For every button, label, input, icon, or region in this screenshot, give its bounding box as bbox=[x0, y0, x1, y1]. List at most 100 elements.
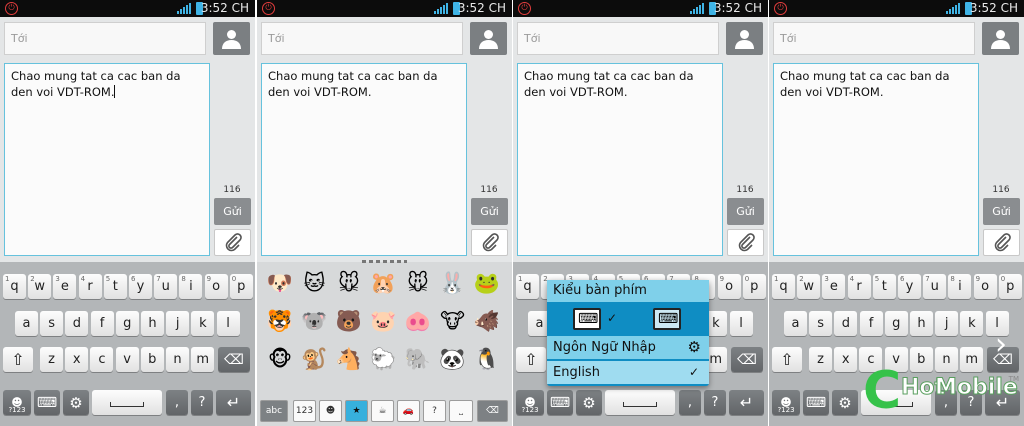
key-k[interactable]: k bbox=[191, 311, 215, 336]
key-d[interactable]: d bbox=[834, 311, 858, 336]
space-key[interactable]: ⎵ bbox=[449, 400, 473, 422]
key-i[interactable]: i8 bbox=[948, 274, 972, 299]
key-u[interactable]: u7 bbox=[154, 274, 178, 299]
send-button[interactable]: Gửi bbox=[214, 198, 251, 225]
key-e[interactable]: e3 bbox=[53, 274, 77, 299]
recipient-input[interactable]: Tới bbox=[261, 22, 463, 55]
recipient-input[interactable]: Tới bbox=[517, 22, 719, 55]
backspace-key[interactable]: ⌫ bbox=[477, 400, 508, 422]
key-s[interactable]: s bbox=[809, 311, 833, 336]
space-key[interactable] bbox=[92, 390, 162, 415]
key-z[interactable]: z bbox=[40, 347, 63, 372]
emoji-key[interactable]: 🐮 bbox=[438, 306, 468, 336]
keyboard-switch-key[interactable]: ⌨ bbox=[547, 390, 573, 415]
emoji-key[interactable]: 🐽 bbox=[403, 306, 433, 336]
key-c[interactable]: c bbox=[90, 347, 114, 372]
symbols-key[interactable]: ☻ ?123 bbox=[3, 390, 31, 415]
contacts-button[interactable] bbox=[726, 22, 763, 55]
key-h[interactable]: h bbox=[141, 311, 164, 336]
emoji-key[interactable]: 🐑 bbox=[369, 344, 399, 374]
emoji-key[interactable]: 🐭 bbox=[403, 268, 433, 298]
emoji-key[interactable]: 🐧 bbox=[472, 344, 502, 374]
key-u[interactable]: u7 bbox=[923, 274, 947, 299]
key-y[interactable]: y6 bbox=[898, 274, 921, 299]
send-button[interactable]: Gửi bbox=[471, 198, 508, 225]
key-l[interactable]: l bbox=[729, 311, 753, 336]
emoji-tab-3[interactable]: ★ bbox=[345, 400, 368, 422]
message-input[interactable]: Chao mung tat ca cac ban da den voi VDT-… bbox=[773, 63, 979, 256]
emoji-key[interactable]: 🐻 bbox=[334, 306, 364, 336]
message-input[interactable]: Chao mung tat ca cac ban da den voi VDT-… bbox=[517, 63, 723, 256]
keyboard-switch-key[interactable]: ⌨ bbox=[803, 390, 829, 415]
key-l[interactable]: l bbox=[216, 311, 240, 336]
key-r[interactable]: r4 bbox=[78, 274, 102, 299]
emoji-tab-0[interactable]: abc bbox=[260, 400, 288, 422]
recipient-input[interactable]: Tới bbox=[4, 22, 206, 55]
emoji-key[interactable]: 🐱 bbox=[300, 268, 330, 298]
emoji-key[interactable]: 🐨 bbox=[300, 306, 330, 336]
key-w[interactable]: w2 bbox=[28, 274, 52, 299]
key-g[interactable]: g bbox=[884, 311, 908, 336]
key-e[interactable]: e3 bbox=[822, 274, 846, 299]
question-key[interactable]: ? bbox=[704, 390, 726, 415]
key-s[interactable]: s bbox=[40, 311, 64, 336]
shift-key[interactable]: ⇧ bbox=[516, 347, 546, 372]
shift-key[interactable]: ⇧ bbox=[3, 347, 33, 372]
emoji-key[interactable]: 🐼 bbox=[438, 344, 468, 374]
key-v[interactable]: v bbox=[115, 347, 139, 372]
key-b[interactable]: b bbox=[140, 347, 164, 372]
enter-key[interactable]: ↵ bbox=[216, 390, 251, 415]
emoji-key[interactable]: 🐗 bbox=[472, 306, 502, 336]
key-x[interactable]: x bbox=[834, 347, 858, 372]
key-w[interactable]: w2 bbox=[797, 274, 821, 299]
key-p[interactable]: p0 bbox=[229, 274, 253, 299]
key-t[interactable]: t5 bbox=[103, 274, 127, 299]
question-key[interactable]: ? bbox=[191, 390, 213, 415]
key-p[interactable]: p0 bbox=[998, 274, 1022, 299]
contacts-button[interactable] bbox=[213, 22, 250, 55]
key-q[interactable]: q1 bbox=[772, 274, 795, 299]
comma-key[interactable]: , bbox=[166, 390, 188, 415]
key-o[interactable]: o9 bbox=[717, 274, 741, 299]
key-g[interactable]: g bbox=[115, 311, 139, 336]
key-f[interactable]: f bbox=[859, 311, 883, 336]
key-i[interactable]: i8 bbox=[179, 274, 203, 299]
contacts-button[interactable] bbox=[982, 22, 1019, 55]
emoji-tab-4[interactable]: ☕ bbox=[371, 400, 394, 422]
key-j[interactable]: j bbox=[935, 311, 959, 336]
key-a[interactable]: a bbox=[15, 311, 38, 336]
emoji-key[interactable]: 🐷 bbox=[369, 306, 399, 336]
settings-key[interactable]: ⚙ bbox=[576, 390, 602, 415]
keyboard-switch-key[interactable]: ⌨ bbox=[34, 390, 60, 415]
emoji-key[interactable]: 🐘 bbox=[403, 344, 433, 374]
emoji-key[interactable]: 🐰 bbox=[438, 268, 468, 298]
attach-button[interactable] bbox=[983, 229, 1020, 256]
space-key[interactable] bbox=[605, 390, 675, 415]
key-o[interactable]: o9 bbox=[204, 274, 228, 299]
attach-button[interactable] bbox=[471, 229, 508, 256]
key-x[interactable]: x bbox=[65, 347, 89, 372]
settings-key[interactable]: ⚙ bbox=[832, 390, 858, 415]
send-button[interactable]: Gửi bbox=[983, 198, 1020, 225]
emoji-tab-5[interactable]: 🚗 bbox=[397, 400, 420, 422]
message-input[interactable]: Chao mung tat ca cac ban da den voi VDT-… bbox=[4, 63, 210, 256]
emoji-key[interactable]: 🐴 bbox=[334, 344, 364, 374]
language-option-english[interactable]: English ✓ bbox=[547, 361, 709, 384]
emoji-tab-1[interactable]: 123 bbox=[293, 400, 316, 422]
symbols-key[interactable]: ☻ ?123 bbox=[772, 390, 800, 415]
backspace-key[interactable]: ⌫ bbox=[731, 347, 763, 372]
emoji-key[interactable]: 🐸 bbox=[472, 268, 502, 298]
attach-button[interactable] bbox=[214, 229, 251, 256]
key-t[interactable]: t5 bbox=[872, 274, 896, 299]
key-f[interactable]: f bbox=[90, 311, 114, 336]
key-m[interactable]: m bbox=[191, 347, 215, 372]
key-o[interactable]: o9 bbox=[973, 274, 997, 299]
key-z[interactable]: z bbox=[809, 347, 832, 372]
key-r[interactable]: r4 bbox=[847, 274, 871, 299]
key-d[interactable]: d bbox=[65, 311, 89, 336]
emoji-key[interactable]: 🐵 bbox=[265, 344, 295, 374]
key-a[interactable]: a bbox=[784, 311, 807, 336]
message-input[interactable]: Chao mung tat ca cac ban da den voi VDT-… bbox=[261, 63, 467, 256]
emoji-tab-2[interactable]: ☻ bbox=[319, 400, 342, 422]
comma-key[interactable]: , bbox=[679, 390, 701, 415]
